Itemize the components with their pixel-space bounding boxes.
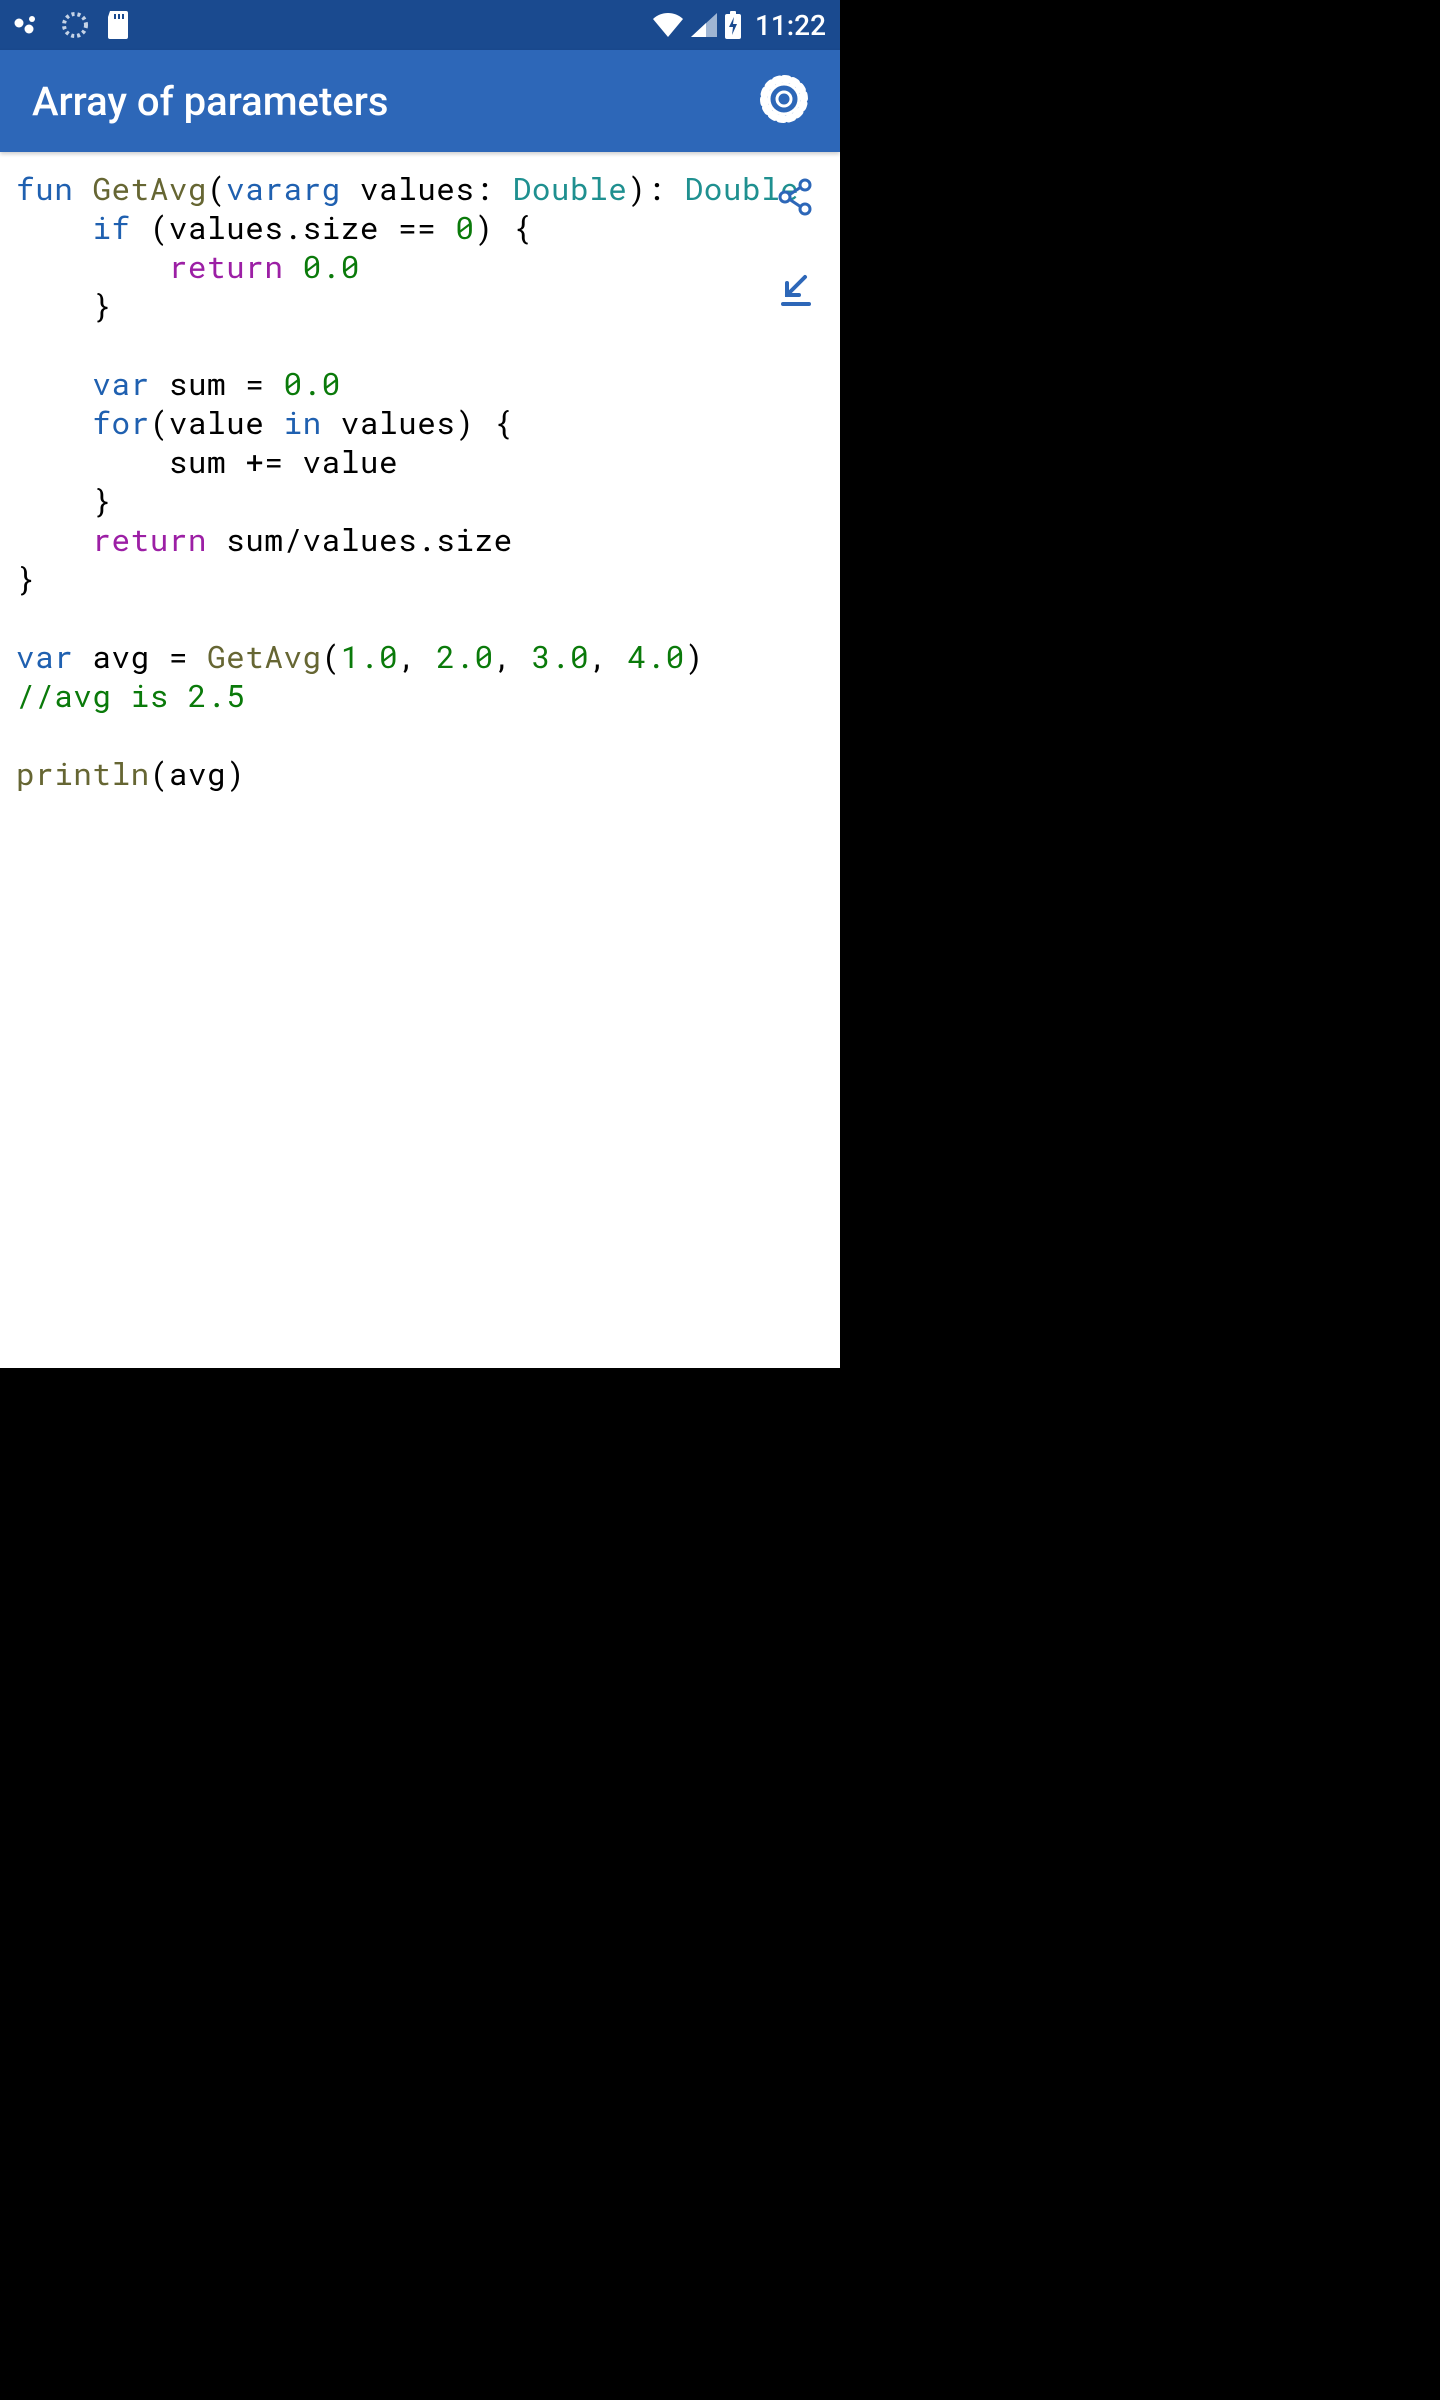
app-bar: Array of parameters [0,50,840,152]
share-icon [775,177,815,221]
bottom-edge [0,1368,840,1372]
code-editor[interactable]: fun GetAvg(vararg values: Double): Doubl… [0,152,840,812]
status-time: 11:22 [755,9,826,42]
settings-button[interactable] [756,73,812,129]
share-button[interactable] [772,176,818,222]
page-title: Array of parameters [32,78,388,125]
gear-icon [759,74,809,128]
cell-signal-icon [691,13,717,37]
battery-charging-icon [725,11,741,39]
collapse-button[interactable] [772,268,818,314]
status-right: 11:22 [653,9,826,42]
wifi-icon [653,13,683,37]
loading-circle-icon [62,12,88,38]
notification-dots-icon [14,15,44,35]
sd-card-icon [106,11,130,39]
arrow-down-left-icon [775,269,815,313]
status-bar: 11:22 [0,0,840,50]
status-left [14,11,130,39]
